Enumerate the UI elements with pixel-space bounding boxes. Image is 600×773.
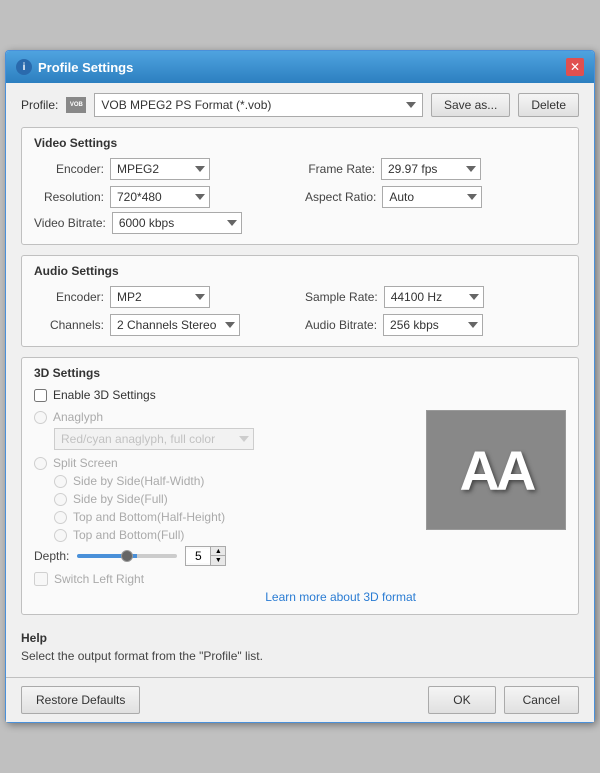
frame-rate-label: Frame Rate: bbox=[305, 162, 375, 176]
enable-3d-checkbox[interactable] bbox=[34, 389, 47, 402]
split-screen-options: Side by Side(Half-Width) Side by Side(Fu… bbox=[54, 474, 416, 542]
audio-settings-section: Audio Settings Encoder: MP2 Sample Rate:… bbox=[21, 255, 579, 347]
aa-preview-box: AA bbox=[426, 410, 566, 530]
side-by-side-full-row: Side by Side(Full) bbox=[54, 492, 416, 506]
anaglyph-select-row: Red/cyan anaglyph, full color bbox=[54, 428, 416, 450]
audio-bitrate-select[interactable]: 256 kbps bbox=[383, 314, 483, 336]
cancel-button[interactable]: Cancel bbox=[504, 686, 579, 714]
top-bottom-full-radio[interactable] bbox=[54, 529, 67, 542]
ok-button[interactable]: OK bbox=[428, 686, 495, 714]
switch-lr-label: Switch Left Right bbox=[54, 572, 144, 586]
depth-row: Depth: ▲ ▼ bbox=[34, 546, 416, 566]
encoder-label: Encoder: bbox=[34, 162, 104, 176]
sample-rate-select[interactable]: 44100 Hz bbox=[384, 286, 484, 308]
audio-settings-grid: Encoder: MP2 Sample Rate: 44100 Hz Chann… bbox=[34, 286, 566, 336]
video-settings-section: Video Settings Encoder: MPEG2 Frame Rate… bbox=[21, 127, 579, 245]
resolution-row: Resolution: 720*480 bbox=[34, 186, 295, 208]
help-title: Help bbox=[21, 631, 579, 645]
top-bottom-full-row: Top and Bottom(Full) bbox=[54, 528, 416, 542]
split-screen-radio-row: Split Screen bbox=[34, 456, 416, 470]
top-bottom-half-radio[interactable] bbox=[54, 511, 67, 524]
aa-preview-text: AA bbox=[460, 438, 533, 503]
audio-encoder-select[interactable]: MP2 bbox=[110, 286, 210, 308]
three-d-settings-title: 3D Settings bbox=[34, 366, 566, 380]
depth-value-box: ▲ ▼ bbox=[185, 546, 226, 566]
depth-label: Depth: bbox=[34, 549, 69, 563]
frame-rate-select[interactable]: 29.97 fps bbox=[381, 158, 481, 180]
help-text: Select the output format from the "Profi… bbox=[21, 649, 579, 663]
depth-up-button[interactable]: ▲ bbox=[211, 547, 225, 556]
split-screen-radio[interactable] bbox=[34, 457, 47, 470]
depth-down-button[interactable]: ▼ bbox=[211, 556, 225, 565]
channels-select[interactable]: 2 Channels Stereo bbox=[110, 314, 240, 336]
depth-slider[interactable] bbox=[77, 554, 177, 558]
save-as-button[interactable]: Save as... bbox=[431, 93, 510, 117]
audio-encoder-label: Encoder: bbox=[34, 290, 104, 304]
sample-rate-row: Sample Rate: 44100 Hz bbox=[305, 286, 566, 308]
anaglyph-label: Anaglyph bbox=[53, 410, 103, 424]
three-d-content: Anaglyph Red/cyan anaglyph, full color S… bbox=[34, 410, 566, 604]
depth-value-input[interactable] bbox=[186, 549, 210, 563]
side-by-side-full-radio[interactable] bbox=[54, 493, 67, 506]
app-icon-text: i bbox=[23, 62, 26, 73]
side-by-side-half-label: Side by Side(Half-Width) bbox=[73, 474, 204, 488]
anaglyph-radio-row: Anaglyph bbox=[34, 410, 416, 424]
encoder-row: Encoder: MPEG2 bbox=[34, 158, 295, 180]
video-settings-grid: Encoder: MPEG2 Frame Rate: 29.97 fps Res… bbox=[34, 158, 566, 208]
resolution-select[interactable]: 720*480 bbox=[110, 186, 210, 208]
video-settings-title: Video Settings bbox=[34, 136, 566, 150]
dialog: i Profile Settings ✕ Profile: VOB VOB MP… bbox=[5, 50, 595, 723]
title-bar-left: i Profile Settings bbox=[16, 59, 133, 75]
anaglyph-radio[interactable] bbox=[34, 411, 47, 424]
help-section: Help Select the output format from the "… bbox=[21, 625, 579, 667]
top-bottom-half-label: Top and Bottom(Half-Height) bbox=[73, 510, 225, 524]
frame-rate-row: Frame Rate: 29.97 fps bbox=[305, 158, 566, 180]
aspect-ratio-select[interactable]: Auto bbox=[382, 186, 482, 208]
profile-row: Profile: VOB VOB MPEG2 PS Format (*.vob)… bbox=[21, 93, 579, 117]
aspect-ratio-row: Aspect Ratio: Auto bbox=[305, 186, 566, 208]
encoder-select[interactable]: MPEG2 bbox=[110, 158, 210, 180]
split-screen-label: Split Screen bbox=[53, 456, 118, 470]
switch-lr-checkbox[interactable] bbox=[34, 572, 48, 586]
enable-3d-label[interactable]: Enable 3D Settings bbox=[53, 388, 156, 402]
side-by-side-half-radio[interactable] bbox=[54, 475, 67, 488]
profile-label: Profile: bbox=[21, 98, 58, 112]
side-by-side-full-label: Side by Side(Full) bbox=[73, 492, 168, 506]
audio-settings-title: Audio Settings bbox=[34, 264, 566, 278]
channels-row: Channels: 2 Channels Stereo bbox=[34, 314, 295, 336]
audio-bitrate-label: Audio Bitrate: bbox=[305, 318, 377, 332]
channels-label: Channels: bbox=[34, 318, 104, 332]
learn-more-row: Learn more about 3D format bbox=[34, 590, 416, 604]
audio-bitrate-row: Audio Bitrate: 256 kbps bbox=[305, 314, 566, 336]
resolution-label: Resolution: bbox=[34, 190, 104, 204]
top-bottom-full-label: Top and Bottom(Full) bbox=[73, 528, 184, 542]
title-bar: i Profile Settings ✕ bbox=[6, 51, 594, 83]
top-bottom-half-row: Top and Bottom(Half-Height) bbox=[54, 510, 416, 524]
three-d-settings-section: 3D Settings Enable 3D Settings Anaglyph … bbox=[21, 357, 579, 615]
content-area: Profile: VOB VOB MPEG2 PS Format (*.vob)… bbox=[6, 83, 594, 677]
profile-select[interactable]: VOB MPEG2 PS Format (*.vob) bbox=[94, 93, 423, 117]
title-text: Profile Settings bbox=[38, 60, 133, 75]
switch-left-right-row: Switch Left Right bbox=[34, 572, 416, 586]
anaglyph-type-select[interactable]: Red/cyan anaglyph, full color bbox=[54, 428, 254, 450]
video-bitrate-label: Video Bitrate: bbox=[34, 216, 106, 230]
sample-rate-label: Sample Rate: bbox=[305, 290, 378, 304]
video-bitrate-select[interactable]: 6000 kbps bbox=[112, 212, 242, 234]
three-d-left: Anaglyph Red/cyan anaglyph, full color S… bbox=[34, 410, 416, 604]
app-icon: i bbox=[16, 59, 32, 75]
enable-3d-row: Enable 3D Settings bbox=[34, 388, 566, 402]
video-bitrate-row: Video Bitrate: 6000 kbps bbox=[34, 212, 566, 234]
depth-spinner: ▲ ▼ bbox=[210, 547, 225, 565]
restore-defaults-button[interactable]: Restore Defaults bbox=[21, 686, 140, 714]
delete-button[interactable]: Delete bbox=[518, 93, 579, 117]
profile-format-icon: VOB bbox=[66, 97, 86, 113]
bottom-bar: Restore Defaults OK Cancel bbox=[6, 677, 594, 722]
audio-encoder-row: Encoder: MP2 bbox=[34, 286, 295, 308]
three-d-preview: AA bbox=[426, 410, 566, 604]
bottom-right-buttons: OK Cancel bbox=[428, 686, 579, 714]
aspect-ratio-label: Aspect Ratio: bbox=[305, 190, 376, 204]
side-by-side-half-row: Side by Side(Half-Width) bbox=[54, 474, 416, 488]
close-button[interactable]: ✕ bbox=[566, 58, 584, 76]
learn-more-link[interactable]: Learn more about 3D format bbox=[265, 590, 416, 604]
